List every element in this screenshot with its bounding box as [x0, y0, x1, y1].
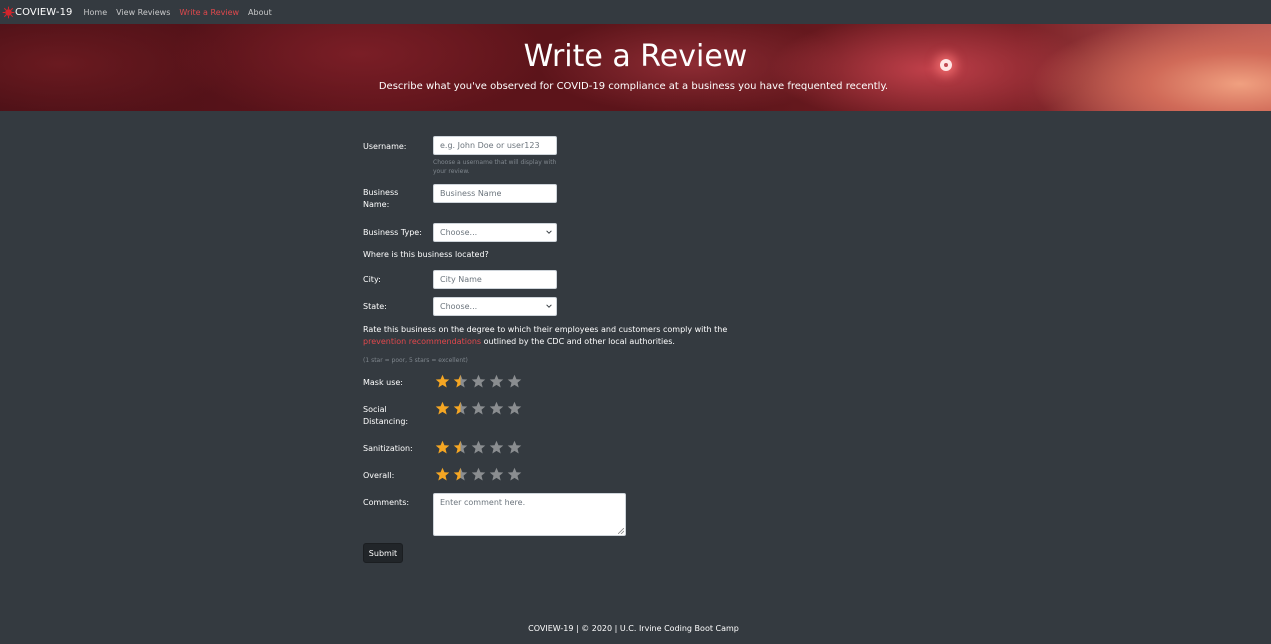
- rating-instructions-text: Rate this business on the degree to whic…: [363, 324, 753, 348]
- comments-row: Comments:: [363, 497, 409, 509]
- business-type-row: Business Type:: [363, 227, 422, 239]
- star-icon[interactable]: [489, 374, 504, 389]
- business-name-label: Business Name:: [363, 188, 399, 209]
- city-row: City:: [363, 274, 381, 286]
- star-icon[interactable]: [435, 467, 450, 482]
- social-distancing-row: Social Distancing:: [363, 404, 413, 428]
- social-distancing-label: Social Distancing:: [363, 405, 409, 426]
- resize-handle-icon[interactable]: [618, 528, 624, 534]
- mask-use-row: Mask use:: [363, 377, 403, 389]
- star-icon[interactable]: [435, 401, 450, 416]
- username-row: Username:: [363, 141, 406, 153]
- sanitization-label: Sanitization:: [363, 444, 413, 453]
- nav-home[interactable]: Home: [84, 8, 108, 17]
- star-icon[interactable]: [435, 374, 450, 389]
- chevron-down-icon: [546, 230, 552, 234]
- nav-write-review[interactable]: Write a Review: [179, 8, 239, 17]
- page-subtitle: Describe what you've observed for COVID-…: [378, 81, 889, 92]
- state-row: State:: [363, 301, 387, 313]
- username-label: Username:: [363, 142, 407, 151]
- rating-instructions: Rate this business on the degree to whic…: [363, 324, 753, 348]
- location-heading-row: Where is this business located?: [363, 250, 489, 259]
- submit-button[interactable]: Submit: [363, 543, 403, 563]
- rating-text-before: Rate this business on the degree to whic…: [363, 325, 728, 334]
- scale-note: (1 star = poor, 5 stars = excellent): [363, 357, 468, 364]
- virus-logo-icon: [2, 6, 15, 18]
- star-icon[interactable]: [453, 401, 468, 416]
- sanitization-row: Sanitization:: [363, 443, 413, 455]
- business-type-selected: Choose...: [440, 228, 478, 237]
- scale-note-row: (1 star = poor, 5 stars = excellent): [363, 357, 468, 364]
- comments-textarea[interactable]: Enter comment here.: [433, 493, 626, 536]
- star-icon[interactable]: [453, 440, 468, 455]
- nav-about[interactable]: About: [248, 8, 272, 17]
- nav-view-reviews[interactable]: View Reviews: [116, 8, 170, 17]
- star-icon[interactable]: [453, 467, 468, 482]
- star-icon[interactable]: [507, 440, 522, 455]
- star-icon[interactable]: [471, 467, 486, 482]
- navbar: COVIEW-19 Home View Reviews Write a Revi…: [0, 0, 1271, 24]
- nav-links: Home View Reviews Write a Review About: [84, 8, 281, 17]
- social-distancing-stars[interactable]: [435, 401, 525, 416]
- rating-text-after: outlined by the CDC and other local auth…: [481, 337, 675, 346]
- star-icon[interactable]: [507, 401, 522, 416]
- star-icon[interactable]: [507, 467, 522, 482]
- overall-row: Overall:: [363, 470, 394, 482]
- star-icon[interactable]: [471, 440, 486, 455]
- overall-label: Overall:: [363, 471, 395, 480]
- prevention-recommendations-link[interactable]: prevention recommendations: [363, 337, 481, 346]
- page-title: Write a Review: [523, 39, 748, 74]
- mask-use-label: Mask use:: [363, 378, 404, 387]
- brand-link[interactable]: COVIEW-19: [2, 6, 73, 19]
- state-select[interactable]: Choose...: [433, 297, 557, 316]
- comments-placeholder: Enter comment here.: [440, 498, 526, 507]
- city-input[interactable]: City Name: [433, 270, 557, 289]
- overall-stars[interactable]: [435, 467, 525, 482]
- state-label: State:: [363, 302, 387, 311]
- location-heading: Where is this business located?: [363, 250, 489, 259]
- business-type-label: Business Type:: [363, 228, 422, 237]
- footer: COVIEW-19 | © 2020 | U.C. Irvine Coding …: [528, 624, 739, 633]
- star-icon[interactable]: [471, 374, 486, 389]
- business-type-select[interactable]: Choose...: [433, 223, 557, 242]
- mask-use-stars[interactable]: [435, 374, 525, 389]
- star-icon[interactable]: [489, 440, 504, 455]
- star-icon[interactable]: [435, 440, 450, 455]
- hero-banner: Write a Review Describe what you've obse…: [0, 24, 1271, 111]
- star-icon[interactable]: [507, 374, 522, 389]
- chevron-down-icon: [546, 304, 552, 308]
- username-input[interactable]: e.g. John Doe or user123: [433, 136, 557, 155]
- brand-name: COVIEW-19: [15, 6, 73, 18]
- sanitization-stars[interactable]: [435, 440, 525, 455]
- username-help: Choose a username that will display with…: [433, 159, 557, 175]
- business-name-row: Business Name:: [363, 187, 413, 211]
- star-icon[interactable]: [453, 374, 468, 389]
- comments-label: Comments:: [363, 498, 410, 507]
- business-name-input[interactable]: Business Name: [433, 184, 557, 203]
- star-icon[interactable]: [489, 467, 504, 482]
- state-selected: Choose...: [440, 302, 478, 311]
- city-label: City:: [363, 275, 381, 284]
- star-icon[interactable]: [489, 401, 504, 416]
- star-icon[interactable]: [471, 401, 486, 416]
